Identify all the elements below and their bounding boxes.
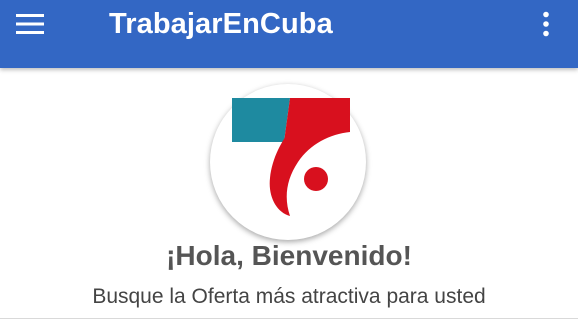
divider	[0, 318, 578, 319]
app-screen: TrabajarEnCuba ¡Hola, Bienvenido! Busque…	[0, 0, 578, 329]
app-title: TrabajarEnCuba	[109, 8, 333, 40]
menu-button[interactable]	[8, 6, 52, 42]
trabajarencuba-logo	[232, 98, 350, 216]
logo-red-dot	[304, 167, 328, 191]
overflow-menu-button[interactable]	[530, 6, 562, 42]
logo-teal-shape	[232, 98, 290, 142]
hamburger-menu-icon	[16, 14, 44, 34]
app-logo	[210, 84, 366, 240]
welcome-subtitle: Busque la Oferta más atractiva para uste…	[92, 285, 486, 308]
welcome-heading: ¡Hola, Bienvenido!	[166, 240, 412, 271]
app-bar: TrabajarEnCuba	[0, 0, 578, 68]
more-vert-icon	[543, 11, 549, 37]
